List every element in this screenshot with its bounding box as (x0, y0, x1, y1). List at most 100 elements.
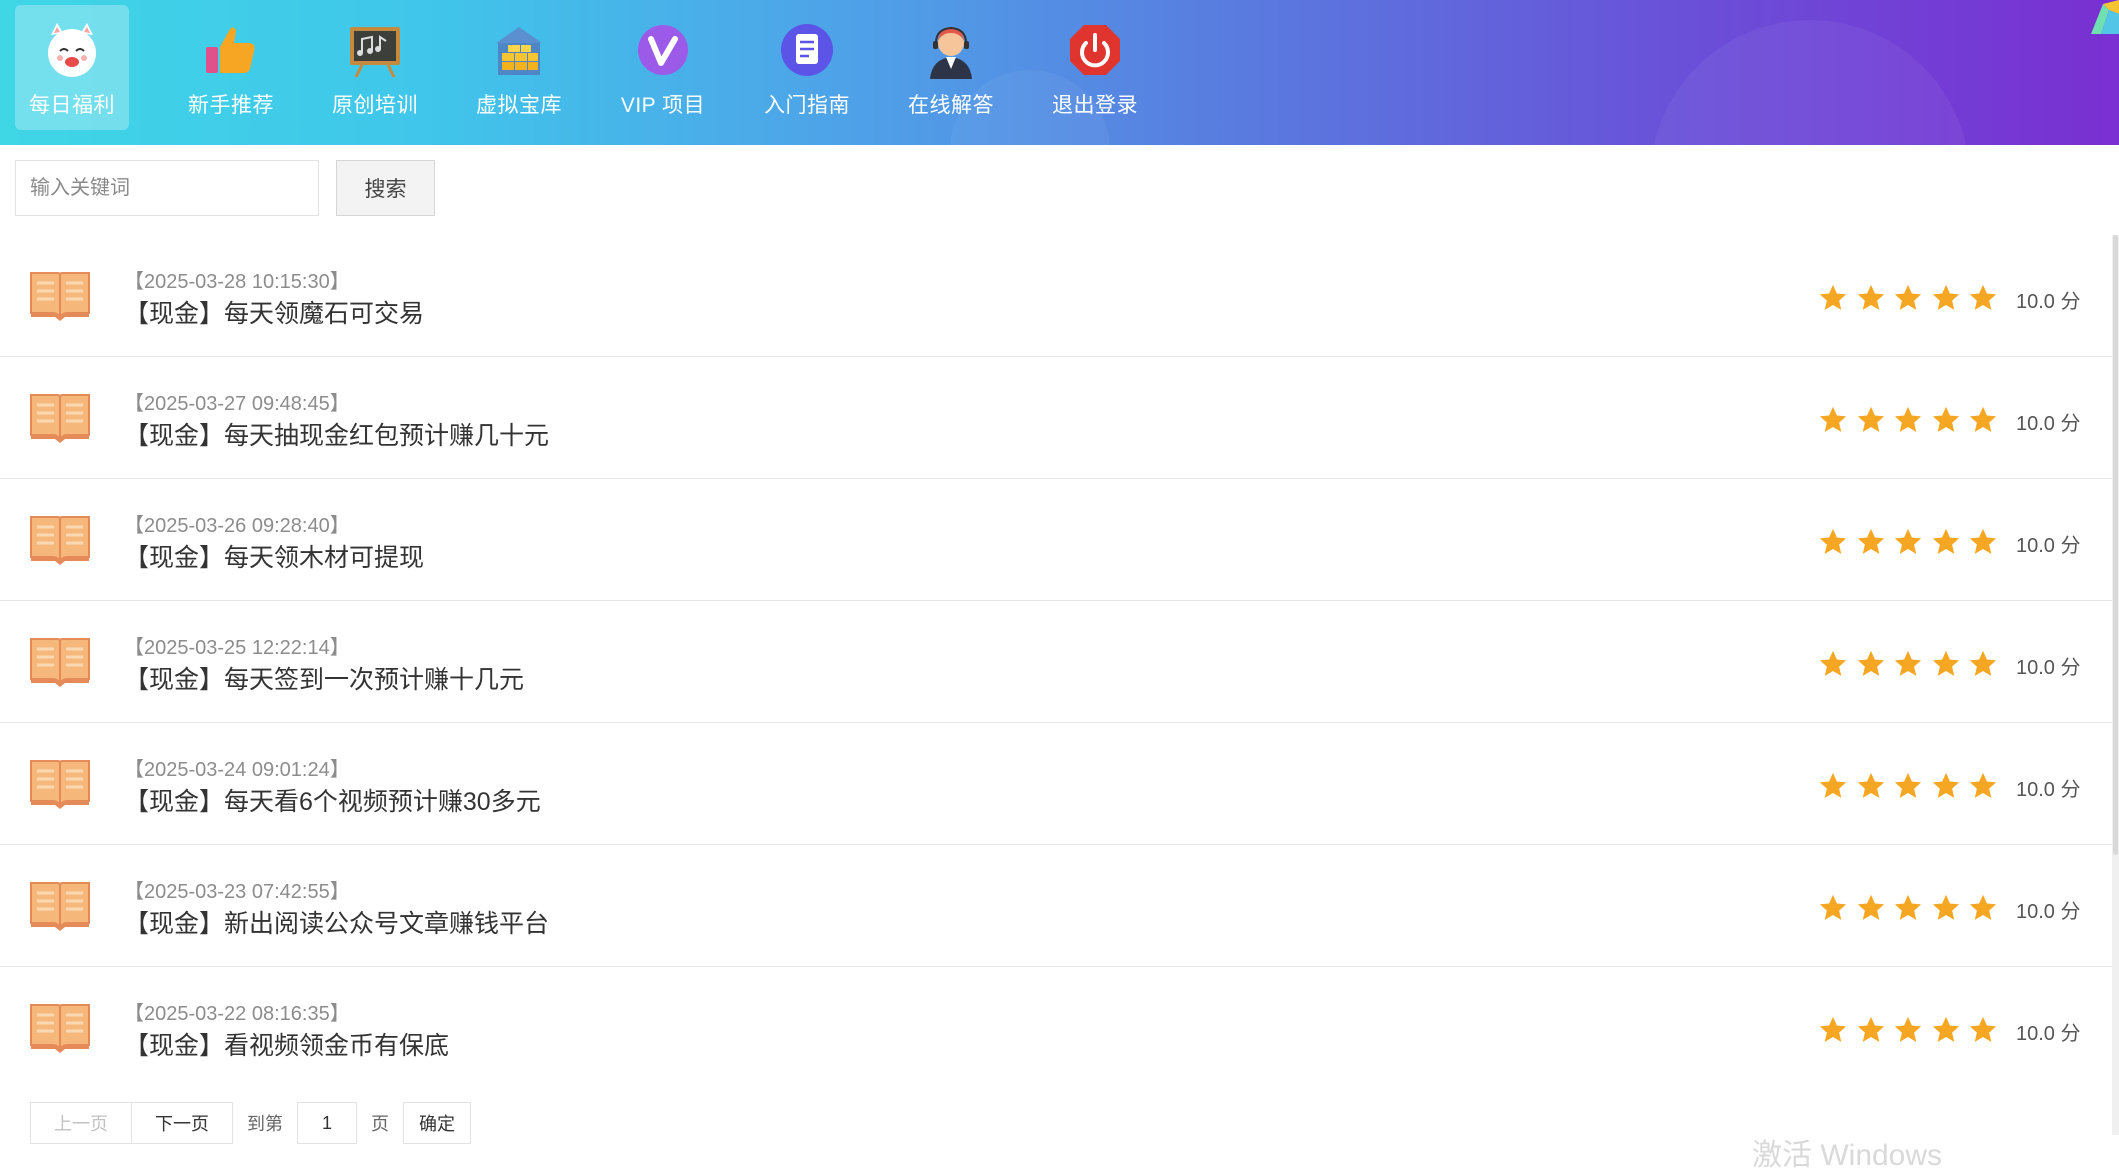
blackboard-icon (344, 19, 406, 81)
item-score: 10.0 分 (2016, 779, 2081, 801)
search-button[interactable]: 搜索 (336, 160, 435, 216)
nav-item-logout[interactable]: 退出登录 (1023, 5, 1167, 130)
prev-page-button[interactable]: 上一页 (30, 1102, 132, 1144)
top-nav-bar: 每日福利 新手推荐 原创培训 虚拟宝库 VIP 项目 入门指南 在线解答 退出登… (0, 0, 2119, 145)
star-icon (1894, 406, 1922, 432)
lucky-cat-icon (41, 19, 103, 81)
star-icon (1819, 284, 1847, 310)
thumbs-up-icon (200, 19, 262, 81)
nav-label: 虚拟宝库 (476, 94, 562, 117)
star-rating (1818, 527, 2006, 557)
star-icon (1857, 406, 1884, 432)
star-icon (1894, 528, 1922, 554)
scrollbar-thumb[interactable] (2113, 235, 2118, 855)
item-score: 10.0 分 (2016, 901, 2081, 923)
nav-item-getting-started-guide[interactable]: 入门指南 (735, 5, 879, 130)
item-score: 10.0 分 (2016, 657, 2081, 679)
star-icon (1932, 1016, 1959, 1042)
star-icon (1857, 772, 1884, 798)
item-score: 10.0 分 (2016, 291, 2081, 313)
item-score: 10.0 分 (2016, 535, 2081, 557)
nav-label: 每日福利 (29, 94, 115, 117)
item-title[interactable]: 【现金】新出阅读公众号文章赚钱平台 (124, 904, 549, 940)
nav-label: 新手推荐 (188, 94, 274, 117)
article-list: 【2025-03-28 10:15:30】 【现金】每天领魔石可交易 10.0 … (0, 235, 2112, 1088)
nav-item-beginner-recommend[interactable]: 新手推荐 (159, 5, 303, 130)
item-title[interactable]: 【现金】每天领魔石可交易 (124, 294, 424, 330)
item-date: 【2025-03-22 08:16:35】 (124, 1003, 350, 1025)
star-rating (1818, 405, 2006, 435)
list-item[interactable]: 【2025-03-28 10:15:30】 【现金】每天领魔石可交易 10.0 … (0, 235, 2112, 357)
star-icon (1819, 894, 1847, 920)
list-item[interactable]: 【2025-03-26 09:28:40】 【现金】每天领木材可提现 10.0 … (0, 479, 2112, 601)
list-item[interactable]: 【2025-03-27 09:48:45】 【现金】每天抽现金红包预计赚几十元 … (0, 357, 2112, 479)
search-input[interactable] (15, 160, 319, 216)
open-book-icon (30, 1004, 90, 1053)
item-title[interactable]: 【现金】看视频领金币有保底 (124, 1026, 449, 1062)
star-icon (1932, 284, 1959, 310)
corner-decoration-icon (2079, 0, 2119, 34)
star-icon (1969, 284, 1997, 310)
page-suffix-label: 页 (371, 1114, 389, 1134)
star-icon (1969, 406, 1997, 432)
item-date: 【2025-03-23 07:42:55】 (124, 881, 350, 903)
star-icon (1969, 772, 1997, 798)
open-book-icon (30, 272, 90, 321)
item-title[interactable]: 【现金】每天签到一次预计赚十几元 (124, 660, 524, 696)
star-icon (1819, 650, 1847, 676)
star-icon (1819, 406, 1847, 432)
item-title[interactable]: 【现金】每天领木材可提现 (124, 538, 424, 574)
confirm-page-button[interactable]: 确定 (403, 1102, 471, 1144)
nav-item-daily-welfare[interactable]: 每日福利 (15, 5, 129, 130)
document-icon (776, 19, 838, 81)
open-book-icon (30, 760, 90, 809)
star-icon (1932, 528, 1959, 554)
power-off-icon (1064, 19, 1126, 81)
star-icon (1969, 528, 1997, 554)
star-icon (1894, 772, 1922, 798)
star-icon (1857, 284, 1884, 310)
vertical-scrollbar[interactable] (2112, 235, 2119, 1135)
nav-item-original-training[interactable]: 原创培训 (303, 5, 447, 130)
star-icon (1857, 650, 1884, 676)
gold-treasury-icon (488, 19, 550, 81)
star-icon (1857, 894, 1884, 920)
item-title[interactable]: 【现金】每天看6个视频预计赚30多元 (124, 782, 541, 818)
star-icon (1894, 650, 1922, 676)
page-number-input[interactable] (297, 1102, 357, 1144)
item-score: 10.0 分 (2016, 1023, 2081, 1045)
item-score: 10.0 分 (2016, 413, 2081, 435)
next-page-button[interactable]: 下一页 (132, 1102, 233, 1144)
goto-label: 到第 (247, 1114, 283, 1134)
item-title[interactable]: 【现金】每天抽现金红包预计赚几十元 (124, 416, 549, 452)
nav-label: 入门指南 (764, 94, 850, 117)
star-icon (1932, 772, 1959, 798)
star-rating (1818, 771, 2006, 801)
decorative-circle (1650, 20, 1970, 145)
open-book-icon (30, 882, 90, 931)
item-date: 【2025-03-27 09:48:45】 (124, 393, 350, 415)
list-item[interactable]: 【2025-03-22 08:16:35】 【现金】看视频领金币有保底 10.0… (0, 967, 2112, 1088)
pagination: 上一页 下一页 到第 页 确定 (30, 1102, 471, 1144)
open-book-icon (30, 394, 90, 443)
main-nav: 每日福利 新手推荐 原创培训 虚拟宝库 VIP 项目 入门指南 在线解答 退出登… (15, 5, 1167, 130)
item-date: 【2025-03-28 10:15:30】 (124, 271, 350, 293)
nav-item-virtual-treasury[interactable]: 虚拟宝库 (447, 5, 591, 130)
star-icon (1932, 650, 1959, 676)
star-icon (1932, 406, 1959, 432)
open-book-icon (30, 516, 90, 565)
support-agent-icon (920, 19, 982, 81)
star-rating (1818, 649, 2006, 679)
item-date: 【2025-03-25 12:22:14】 (124, 637, 350, 659)
list-item[interactable]: 【2025-03-23 07:42:55】 【现金】新出阅读公众号文章赚钱平台 … (0, 845, 2112, 967)
list-item[interactable]: 【2025-03-25 12:22:14】 【现金】每天签到一次预计赚十几元 1… (0, 601, 2112, 723)
item-date: 【2025-03-24 09:01:24】 (124, 759, 350, 781)
nav-item-vip-project[interactable]: VIP 项目 (591, 5, 735, 130)
item-date: 【2025-03-26 09:28:40】 (124, 515, 350, 537)
star-icon (1894, 894, 1922, 920)
star-icon (1894, 284, 1922, 310)
nav-item-online-answers[interactable]: 在线解答 (879, 5, 1023, 130)
star-icon (1969, 650, 1997, 676)
star-rating (1818, 893, 2006, 923)
list-item[interactable]: 【2025-03-24 09:01:24】 【现金】每天看6个视频预计赚30多元… (0, 723, 2112, 845)
